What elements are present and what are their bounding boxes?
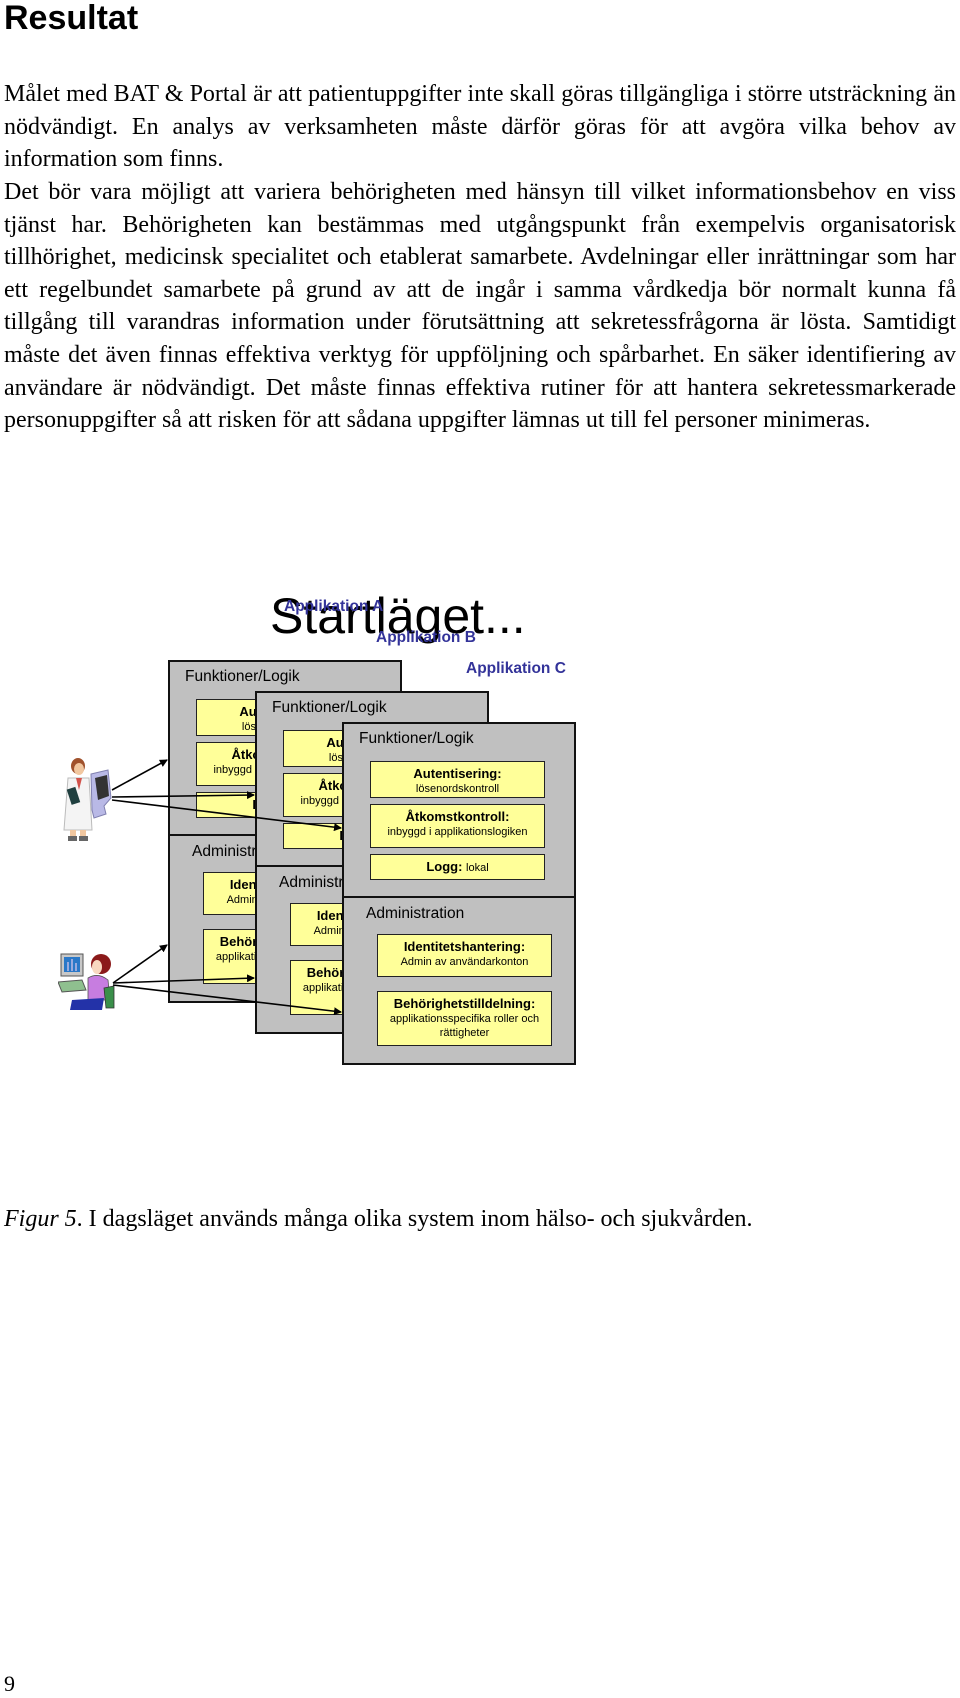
arrow-secretary-to-app-a [112, 944, 168, 984]
page-number: 9 [4, 1671, 15, 1696]
app-label-b: Applikation B [376, 629, 476, 646]
identity-box: Identitetshantering: Admin av användarko… [377, 934, 552, 977]
section-heading: Resultat [4, 0, 139, 37]
administration-title: Administration [366, 905, 465, 922]
figure-diagram: Startläget... Applikation A Applikation … [0, 560, 960, 1120]
authentication-box: Autentisering: lösenordskontroll [370, 761, 545, 798]
authorization-box: Behörighetstilldelning: applikationsspec… [377, 991, 552, 1046]
functions-title: Funktioner/Logik [185, 668, 300, 685]
paragraph-1: Målet med BAT & Portal är att patientupp… [4, 81, 956, 173]
section-divider [344, 896, 574, 898]
doctor-icon [63, 758, 112, 841]
figure-caption: Figur 5. I dagsläget används många olika… [4, 1203, 753, 1235]
application-c-box: Funktioner/Logik Autentisering: lösenord… [342, 722, 576, 1065]
arrow-doctor-to-app-a [111, 759, 168, 791]
secretary-icon [58, 953, 115, 1010]
app-label-a: Applikation A [284, 598, 384, 615]
paragraph-2: Det bör vara möjligt att variera behörig… [4, 179, 956, 434]
caption-text: . I dagsläget används många olika system… [76, 1206, 753, 1232]
log-box: Logg: lokal [370, 854, 545, 880]
access-control-box: Åtkomstkontroll: inbyggd i applikationsl… [370, 804, 545, 848]
functions-title: Funktioner/Logik [272, 699, 387, 716]
functions-title: Funktioner/Logik [359, 730, 474, 747]
app-label-c: Applikation C [466, 660, 566, 677]
figure-label: Figur 5 [4, 1206, 77, 1232]
